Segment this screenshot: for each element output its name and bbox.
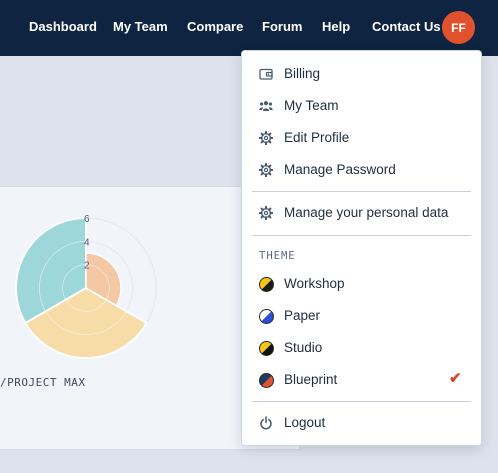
users-icon [259,101,273,111]
menu-divider [252,235,471,236]
menu-item-label: Logout [284,415,326,430]
theme-option-paper[interactable]: Paper [242,302,481,330]
theme-option-studio[interactable]: Studio [242,334,481,362]
nav-forum[interactable]: Forum [262,19,302,34]
power-icon [260,416,272,430]
user-avatar[interactable]: FF [442,11,475,44]
menu-item-label: Manage your personal data [284,205,449,220]
menu-item-billing[interactable]: Billing [242,60,481,88]
top-navbar: Dashboard My Team Compare Forum Help Con… [0,0,498,56]
theme-option-blueprint[interactable]: Blueprint ✔ [242,366,481,394]
theme-label: Workshop [284,276,345,291]
nav-dashboard[interactable]: Dashboard [29,19,97,34]
menu-item-personal-data[interactable]: Manage your personal data [242,199,481,227]
menu-item-label: Manage Password [284,162,396,177]
chart-label: /PROJECT MAX [0,376,86,389]
tick-label: 2 [84,261,90,272]
user-dropdown-menu: Billing My Team Edit Profile Manage Pass… [241,50,482,446]
radar-chart: 6 4 2 [15,214,157,359]
gear-icon [259,163,273,177]
menu-item-edit-profile[interactable]: Edit Profile [242,124,481,152]
tick-label: 4 [84,237,90,248]
menu-item-label: My Team [284,98,339,113]
menu-item-label: Billing [284,66,321,81]
theme-label: Studio [284,340,323,355]
menu-item-logout[interactable]: Logout [242,409,481,437]
nav-help[interactable]: Help [322,19,350,34]
wallet-icon [259,68,273,80]
theme-label: Blueprint [284,372,338,387]
nav-contact-us[interactable]: Contact Us [372,19,441,34]
theme-swatch [259,373,274,388]
theme-section-heading: THEME [259,250,296,262]
menu-item-manage-password[interactable]: Manage Password [242,156,481,184]
theme-option-workshop[interactable]: Workshop [242,270,481,298]
nav-my-team[interactable]: My Team [113,19,168,34]
theme-swatch [259,277,274,292]
tick-label: 6 [84,214,90,225]
theme-swatch [259,341,274,356]
check-icon: ✔ [449,370,462,387]
menu-divider [252,191,471,192]
gear-icon [259,206,273,220]
nav-compare[interactable]: Compare [187,19,243,34]
menu-divider [252,401,471,402]
menu-item-label: Edit Profile [284,130,350,145]
theme-label: Paper [284,308,321,323]
gear-icon [259,131,273,145]
menu-item-my-team[interactable]: My Team [242,92,481,120]
theme-swatch [259,309,274,324]
